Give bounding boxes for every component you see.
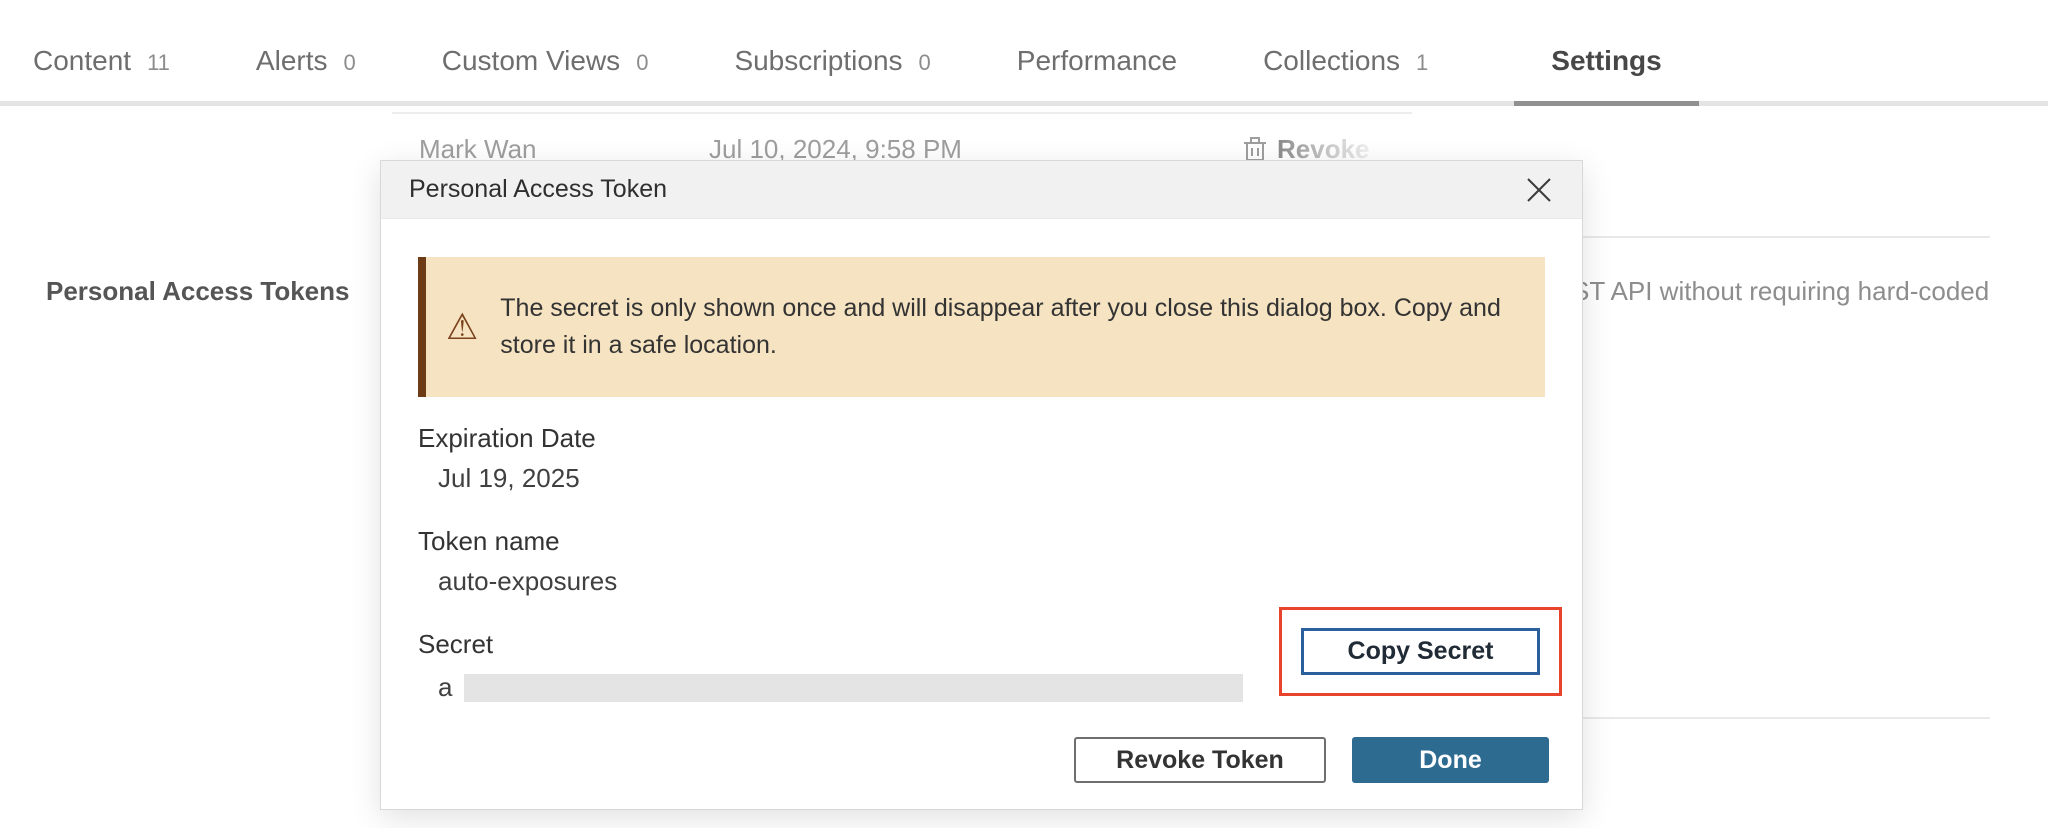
background-table-divider [392, 112, 1412, 114]
revoke-token-button[interactable]: Revoke Token [1074, 737, 1326, 783]
tab-label: Performance [1017, 45, 1177, 77]
tab-count: 1 [1416, 50, 1428, 76]
tab-count: 0 [636, 50, 648, 76]
secret-visible-char: a [438, 672, 452, 703]
tab-label: Settings [1551, 45, 1661, 77]
tab-performance[interactable]: Performance [1017, 45, 1177, 101]
tab-content[interactable]: Content 11 [33, 45, 170, 101]
section-label-personal-access-tokens: Personal Access Tokens [46, 276, 349, 307]
tab-subscriptions[interactable]: Subscriptions 0 [734, 45, 930, 101]
warning-icon: ⚠ [446, 309, 478, 345]
token-name-field: Token name auto-exposures [418, 526, 1545, 597]
active-tab-underline [1514, 101, 1698, 106]
tab-label: Custom Views [442, 45, 620, 77]
expiration-date-field: Expiration Date Jul 19, 2025 [418, 423, 1545, 494]
warning-banner: ⚠ The secret is only shown once and will… [418, 257, 1545, 397]
tab-label: Alerts [256, 45, 328, 77]
tab-count: 0 [919, 50, 931, 76]
tab-custom-views[interactable]: Custom Views 0 [442, 45, 649, 101]
tab-label: Collections [1263, 45, 1400, 77]
personal-access-token-dialog: Personal Access Token ⚠ The secret is on… [380, 160, 1583, 810]
token-name-label: Token name [418, 526, 1545, 557]
warning-text: The secret is only shown once and will d… [500, 290, 1515, 364]
tab-count: 11 [147, 50, 170, 76]
dialog-footer: Revoke Token Done [1074, 737, 1549, 783]
close-icon[interactable] [1522, 173, 1556, 207]
expiration-date-label: Expiration Date [418, 423, 1545, 454]
copy-secret-button[interactable]: Copy Secret [1301, 628, 1540, 675]
tab-bar: Content 11 Alerts 0 Custom Views 0 Subsc… [0, 0, 2048, 106]
background-description-text: ST API without requiring hard-coded [1572, 276, 1989, 307]
tab-collections[interactable]: Collections 1 [1263, 45, 1428, 101]
expiration-date-value: Jul 19, 2025 [418, 463, 1545, 494]
done-button[interactable]: Done [1352, 737, 1549, 783]
tab-count: 0 [344, 50, 356, 76]
tab-settings[interactable]: Settings [1514, 45, 1698, 101]
tab-alerts[interactable]: Alerts 0 [256, 45, 356, 101]
secret-redacted-bar [464, 674, 1243, 702]
dialog-header: Personal Access Token [381, 161, 1582, 219]
copy-secret-highlight: Copy Secret [1279, 607, 1562, 696]
tab-label: Subscriptions [734, 45, 902, 77]
dialog-title: Personal Access Token [409, 175, 667, 204]
token-name-value: auto-exposures [418, 566, 1545, 597]
tab-label: Content [33, 45, 131, 77]
